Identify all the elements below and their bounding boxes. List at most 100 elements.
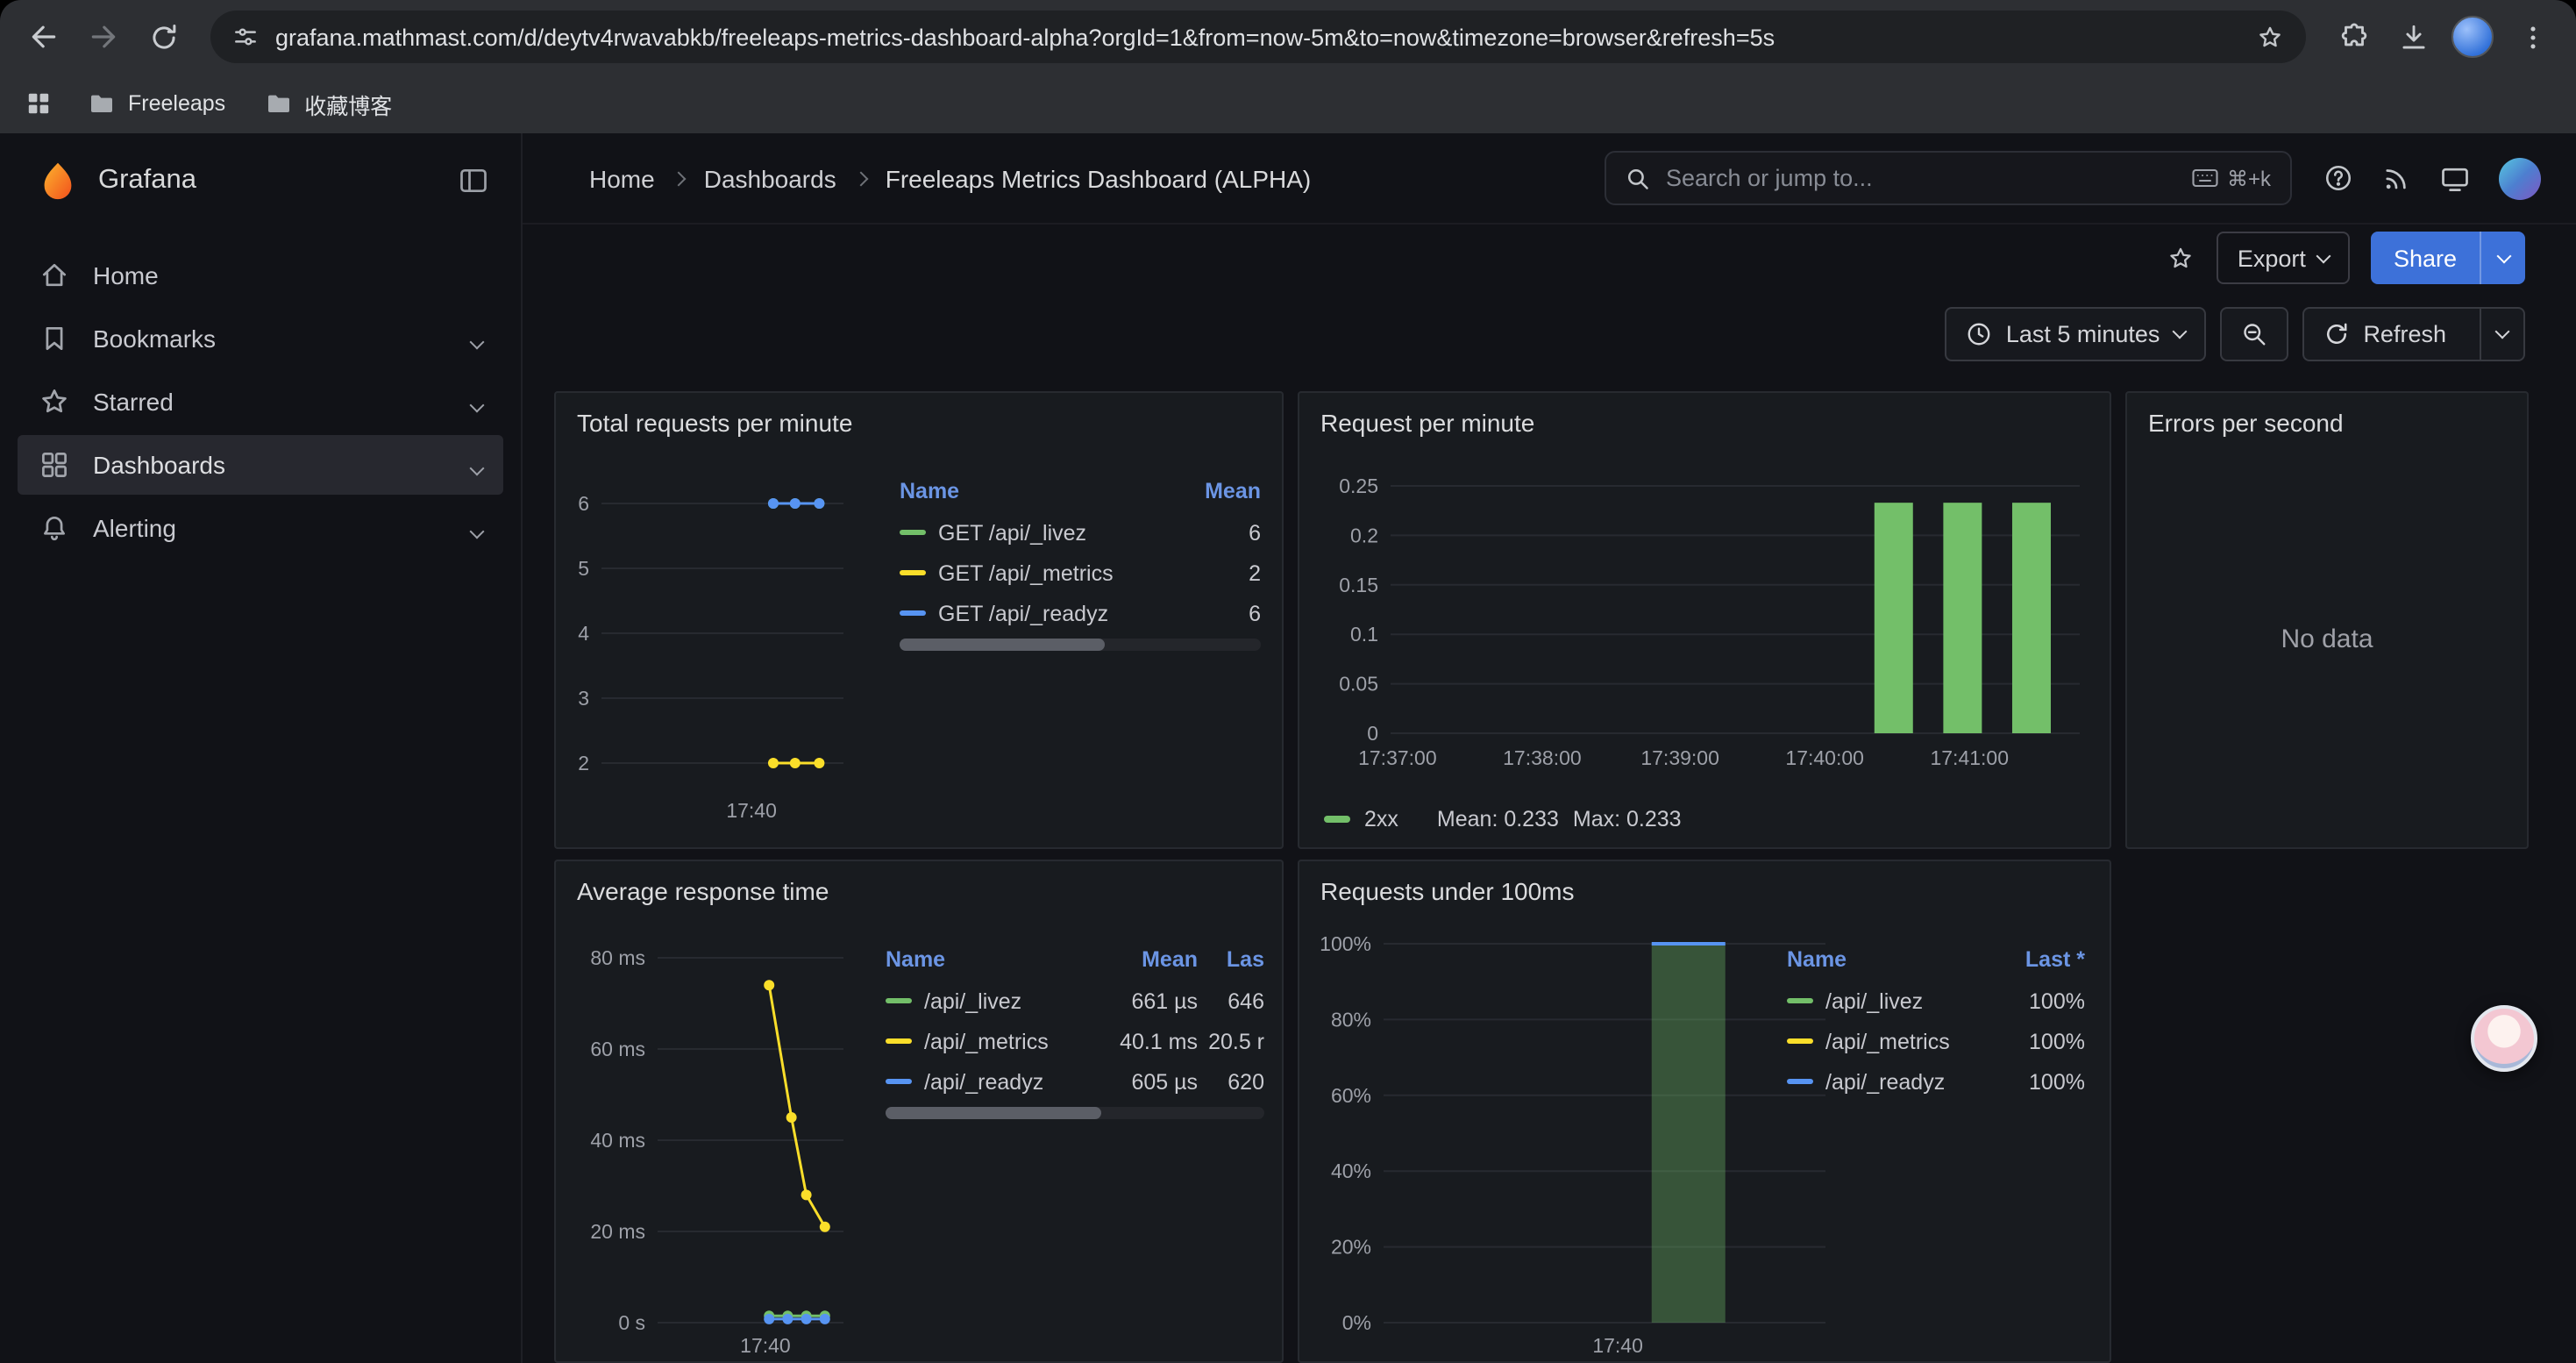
chevron-down-icon[interactable] bbox=[472, 514, 482, 542]
search-input[interactable]: Search or jump to... ⌘+k bbox=[1605, 151, 2292, 205]
sidebar-item-label: Alerting bbox=[93, 514, 176, 542]
legend-header[interactable]: Mean bbox=[1089, 947, 1198, 972]
series-value: 646 bbox=[1198, 988, 1264, 1013]
dock-sidebar-icon[interactable] bbox=[458, 165, 489, 196]
svg-text:60%: 60% bbox=[1331, 1084, 1371, 1107]
legend-row: GET /api/_readyz6 bbox=[900, 593, 1261, 633]
legend-header[interactable]: Name bbox=[1787, 947, 1994, 972]
series-value: 661 µs bbox=[1089, 988, 1198, 1013]
chevron-right-icon bbox=[856, 173, 866, 183]
favorite-star-icon[interactable] bbox=[2166, 243, 2195, 273]
series-name[interactable]: /api/_readyz bbox=[924, 1069, 1043, 1094]
legend-scrollbar[interactable] bbox=[900, 639, 1261, 651]
back-button[interactable] bbox=[18, 11, 70, 63]
series-name[interactable]: GET /api/_livez bbox=[938, 520, 1086, 545]
series-name[interactable]: 2xx bbox=[1364, 807, 1398, 831]
tv-mode-icon[interactable] bbox=[2439, 162, 2471, 194]
refresh-action[interactable]: Refresh bbox=[2303, 309, 2466, 360]
sidebar-item-alerting[interactable]: Alerting bbox=[18, 498, 503, 558]
bookmark-star-icon[interactable] bbox=[2255, 22, 2285, 52]
site-settings-icon[interactable] bbox=[231, 23, 260, 51]
svg-text:17:41:00: 17:41:00 bbox=[1930, 746, 2009, 769]
help-icon[interactable] bbox=[2323, 163, 2353, 193]
sidebar-item-bookmarks[interactable]: Bookmarks bbox=[18, 309, 503, 368]
legend-header[interactable]: Las bbox=[1198, 947, 1264, 972]
series-value: 605 µs bbox=[1089, 1069, 1198, 1094]
bell-icon bbox=[39, 512, 70, 544]
series-name[interactable]: /api/_metrics bbox=[924, 1029, 1049, 1053]
news-feed-icon[interactable] bbox=[2381, 163, 2411, 193]
panel-title[interactable]: Total requests per minute bbox=[556, 393, 1282, 437]
forward-button[interactable] bbox=[77, 11, 130, 63]
legend-scrollbar[interactable] bbox=[886, 1107, 1264, 1119]
sidebar-item-label: Bookmarks bbox=[93, 325, 216, 353]
chevron-down-icon[interactable] bbox=[472, 451, 482, 479]
legend-header[interactable]: Name bbox=[886, 947, 1089, 972]
legend-row: /api/_livez 661 µs646 bbox=[886, 981, 1264, 1021]
panel-errors-per-second: Errors per second No data bbox=[2125, 391, 2529, 849]
panel-title[interactable]: Request per minute bbox=[1299, 393, 2110, 437]
legend-row: /api/_readyz100% bbox=[1787, 1061, 2085, 1102]
sidebar-item-dashboards[interactable]: Dashboards bbox=[18, 435, 503, 495]
browser-toolbar: grafana.mathmast.com/d/deytv4rwavabkb/fr… bbox=[0, 0, 2576, 74]
reload-button[interactable] bbox=[137, 11, 189, 63]
time-range-picker[interactable]: Last 5 minutes bbox=[1945, 307, 2206, 361]
panel-title[interactable]: Average response time bbox=[556, 861, 1282, 905]
scrollbar-thumb[interactable] bbox=[886, 1107, 1101, 1119]
user-avatar[interactable] bbox=[2499, 157, 2541, 199]
sidebar-item-home[interactable]: Home bbox=[18, 246, 503, 305]
series-name[interactable]: /api/_readyz bbox=[1825, 1069, 1945, 1094]
series-color-dash bbox=[886, 1038, 912, 1045]
profile-avatar[interactable] bbox=[2446, 11, 2499, 63]
series-color-dash bbox=[1787, 1038, 1813, 1045]
svg-text:0.1: 0.1 bbox=[1350, 623, 1378, 646]
series-color-dash bbox=[1787, 1079, 1813, 1085]
extensions-icon[interactable] bbox=[2327, 11, 2380, 63]
breadcrumb-item[interactable]: Dashboards bbox=[704, 164, 836, 192]
panel-title[interactable]: Requests under 100ms bbox=[1299, 861, 2110, 905]
grafana-logo[interactable] bbox=[39, 161, 77, 200]
apps-grid-icon[interactable] bbox=[25, 89, 53, 118]
dashboard-main: Home Dashboards Freeleaps Metrics Dashboar… bbox=[523, 133, 2576, 1363]
bookmark-items: Freeleaps 收藏博客 bbox=[88, 87, 392, 120]
sidebar-item-starred[interactable]: Starred bbox=[18, 372, 503, 432]
refresh-button[interactable]: Refresh bbox=[2302, 307, 2525, 361]
share-caret[interactable] bbox=[2480, 232, 2525, 284]
series-name[interactable]: GET /api/_metrics bbox=[938, 560, 1114, 585]
series-name[interactable]: /api/_livez bbox=[924, 988, 1021, 1013]
panel-title[interactable]: Errors per second bbox=[2127, 393, 2527, 437]
breadcrumb-item: Freeleaps Metrics Dashboard (ALPHA) bbox=[886, 164, 1312, 192]
legend-max: Max: 0.233 bbox=[1573, 807, 1682, 831]
legend-header[interactable]: Last * bbox=[1994, 947, 2085, 972]
series-name[interactable]: /api/_livez bbox=[1825, 988, 1923, 1013]
zoom-out-button[interactable] bbox=[2219, 307, 2288, 361]
refresh-interval-caret[interactable] bbox=[2480, 309, 2523, 360]
legend-header[interactable]: Name bbox=[900, 479, 1166, 503]
share-label[interactable]: Share bbox=[2371, 232, 2480, 284]
bookmark-folder-2[interactable]: 收藏博客 bbox=[264, 87, 392, 120]
share-button[interactable]: Share bbox=[2371, 232, 2525, 284]
legend-header-row: NameMeanLas bbox=[886, 938, 1264, 981]
browser-menu-icon[interactable] bbox=[2506, 11, 2558, 63]
legend-header[interactable]: Mean bbox=[1166, 479, 1261, 503]
chevron-down-icon[interactable] bbox=[472, 388, 482, 416]
svg-text:20 ms: 20 ms bbox=[590, 1220, 645, 1243]
bookmark-folder-1[interactable]: Freeleaps bbox=[88, 87, 225, 120]
grafana-header: Home Dashboards Freeleaps Metrics Dashboar… bbox=[523, 133, 2576, 225]
breadcrumb-item[interactable]: Home bbox=[589, 164, 655, 192]
downloads-icon[interactable] bbox=[2387, 11, 2439, 63]
svg-text:100%: 100% bbox=[1320, 932, 1371, 955]
grid-icon bbox=[39, 449, 70, 481]
address-bar[interactable]: grafana.mathmast.com/d/deytv4rwavabkb/fr… bbox=[210, 11, 2306, 63]
svg-text:0.05: 0.05 bbox=[1339, 673, 1378, 696]
refresh-icon bbox=[2323, 321, 2349, 347]
chart-legend: 2xx Mean: 0.233 Max: 0.233 bbox=[1324, 807, 1682, 831]
series-name[interactable]: /api/_metrics bbox=[1825, 1029, 1950, 1053]
chevron-down-icon[interactable] bbox=[472, 325, 482, 353]
svg-text:40 ms: 40 ms bbox=[590, 1129, 645, 1152]
scrollbar-thumb[interactable] bbox=[900, 639, 1106, 651]
export-button[interactable]: Export bbox=[2217, 232, 2350, 284]
assistant-avatar[interactable] bbox=[2471, 1005, 2537, 1072]
svg-text:17:40: 17:40 bbox=[1592, 1334, 1643, 1357]
series-name[interactable]: GET /api/_readyz bbox=[938, 601, 1108, 625]
